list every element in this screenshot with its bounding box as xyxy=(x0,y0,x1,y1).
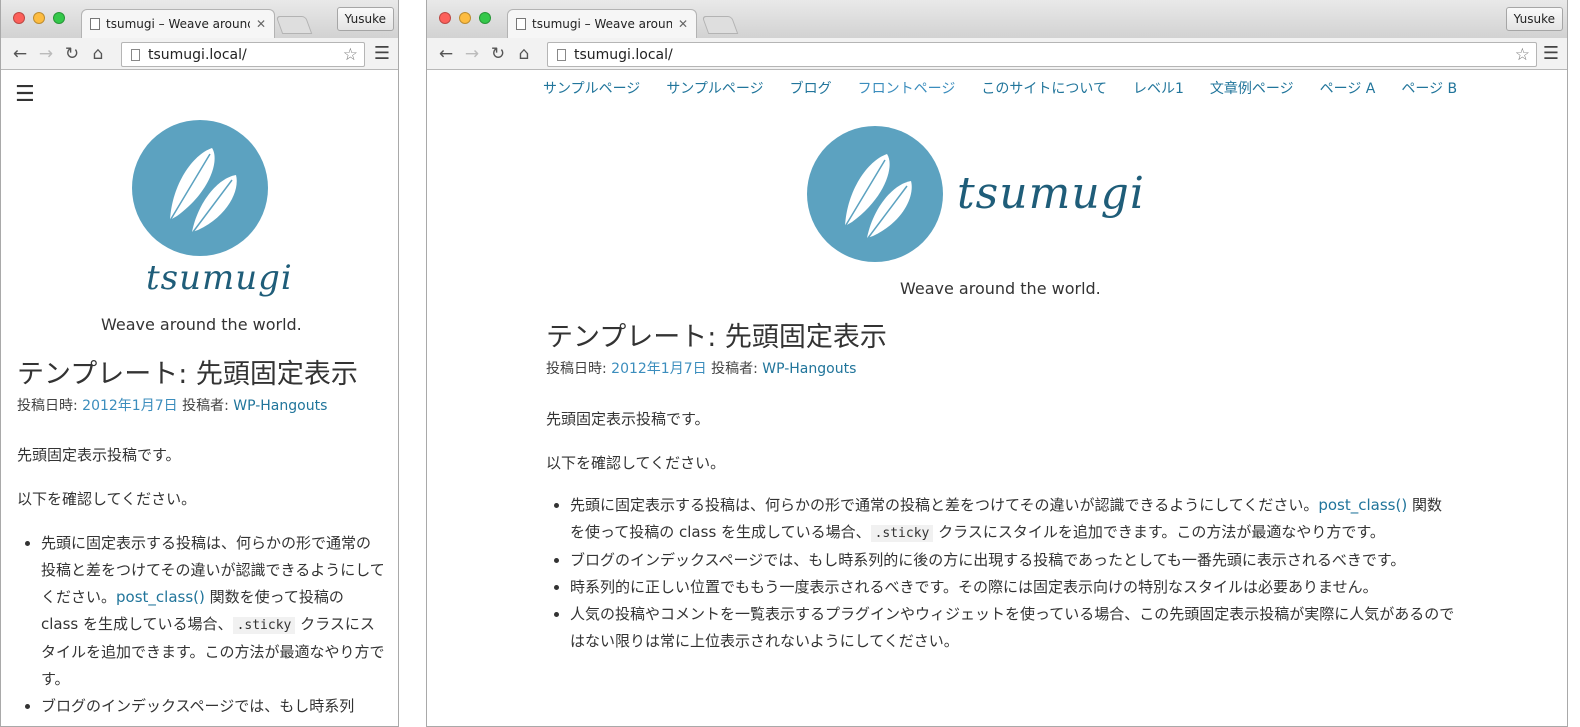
post-paragraph: 以下を確認してください。 xyxy=(17,490,197,508)
forward-icon[interactable]: → xyxy=(459,38,485,70)
nav-item-front-page[interactable]: フロントページ xyxy=(858,78,956,98)
minimize-window-icon[interactable] xyxy=(33,12,45,24)
reload-icon[interactable]: ↻ xyxy=(59,38,85,70)
address-bar[interactable]: tsumugi.local/ ☆ xyxy=(121,42,365,67)
site-tagline: Weave around the world. xyxy=(900,279,1101,298)
post-list: 先頭に固定表示する投稿は、何らかの形で通常の投稿と差をつけてその違いが認識できる… xyxy=(17,530,385,720)
posted-label: 投稿日時: xyxy=(546,361,607,377)
nav-item-sample-2[interactable]: サンプルページ xyxy=(666,78,763,98)
back-icon[interactable]: ← xyxy=(433,38,459,70)
window-controls xyxy=(13,12,65,24)
home-icon[interactable]: ⌂ xyxy=(511,38,537,70)
post-paragraph: 先頭固定表示投稿です。 xyxy=(546,410,710,428)
site-logo-icon[interactable] xyxy=(132,120,268,256)
profile-button[interactable]: Yusuke xyxy=(336,7,394,31)
site-logo-icon[interactable] xyxy=(807,126,943,262)
list-item-text: クラスにスタイルを追加できます。この方法が最適なやり方です。 xyxy=(933,523,1385,541)
nav-item-sample-1[interactable]: サンプルページ xyxy=(543,78,640,98)
post-class-link[interactable]: post_class() xyxy=(116,588,205,606)
list-item: 先頭に固定表示する投稿は、何らかの形で通常の投稿と差をつけてその違いが認識できる… xyxy=(570,492,1456,547)
nav-item-about[interactable]: このサイトについて xyxy=(981,78,1107,98)
url-text: tsumugi.local/ xyxy=(148,46,247,63)
window-controls xyxy=(439,12,491,24)
browser-menu-icon[interactable]: ☰ xyxy=(1543,43,1559,64)
posted-label: 投稿日時: xyxy=(17,398,78,414)
tab-close-icon[interactable]: ✕ xyxy=(678,17,688,31)
bookmark-star-icon[interactable]: ☆ xyxy=(343,45,358,65)
nav-item-page-b[interactable]: ページ B xyxy=(1401,78,1457,98)
page-content: ☰ tsumugi Weave around the world. テンプレート… xyxy=(1,70,398,725)
list-item: 先頭に固定表示する投稿は、何らかの形で通常の投稿と差をつけてその違いが認識できる… xyxy=(41,530,385,693)
site-tagline: Weave around the world. xyxy=(101,315,302,334)
page-icon xyxy=(516,18,526,30)
sticky-code: .sticky xyxy=(232,617,296,634)
zoom-window-icon[interactable] xyxy=(53,12,65,24)
tab-close-icon[interactable]: ✕ xyxy=(256,17,266,31)
url-text: tsumugi.local/ xyxy=(574,46,673,63)
nav-item-text-sample[interactable]: 文章例ページ xyxy=(1210,78,1294,98)
post-title: テンプレート: 先頭固定表示 xyxy=(17,359,358,390)
page-icon xyxy=(131,48,140,61)
page-icon xyxy=(557,48,566,61)
tab-title: tsumugi – Weave around the world. xyxy=(106,17,250,31)
site-nav: サンプルページ サンプルページ ブログ フロントページ このサイトについて レベ… xyxy=(543,78,1457,98)
post-title: テンプレート: 先頭固定表示 xyxy=(546,322,887,353)
author-label: 投稿者: xyxy=(182,398,229,414)
author-label: 投稿者: xyxy=(711,361,758,377)
browser-window-desktop: tsumugi – Weave around the world. ✕ Yusu… xyxy=(426,0,1568,727)
minimize-window-icon[interactable] xyxy=(459,12,471,24)
reload-icon[interactable]: ↻ xyxy=(485,38,511,70)
nav-item-page-a[interactable]: ページ A xyxy=(1320,78,1376,98)
bookmark-star-icon[interactable]: ☆ xyxy=(1515,45,1530,65)
zoom-window-icon[interactable] xyxy=(479,12,491,24)
nav-item-level1[interactable]: レベル1 xyxy=(1133,78,1184,98)
close-window-icon[interactable] xyxy=(13,12,25,24)
list-item: 人気の投稿やコメントを一覧表示するプラグインやウィジェットを使っている場合、この… xyxy=(570,601,1456,655)
page-icon xyxy=(90,18,100,30)
browser-tab[interactable]: tsumugi – Weave around the world. ✕ xyxy=(81,9,275,38)
post-paragraph: 以下を確認してください。 xyxy=(546,454,726,472)
post-date-link[interactable]: 2012年1月7日 xyxy=(82,398,177,414)
profile-button[interactable]: Yusuke xyxy=(1505,7,1563,31)
site-brand[interactable]: tsumugi xyxy=(957,168,1145,219)
list-item: ブログのインデックスページでは、もし時系列 xyxy=(41,693,385,720)
close-window-icon[interactable] xyxy=(439,12,451,24)
list-item-text: 先頭に固定表示する投稿は、何らかの形で通常の投稿と差をつけてその違いが認識できる… xyxy=(570,496,1319,514)
post-list: 先頭に固定表示する投稿は、何らかの形で通常の投稿と差をつけてその違いが認識できる… xyxy=(546,492,1456,655)
back-icon[interactable]: ← xyxy=(7,38,33,70)
post-date-link[interactable]: 2012年1月7日 xyxy=(611,361,706,377)
hamburger-menu-icon[interactable]: ☰ xyxy=(15,82,35,107)
list-item: 時系列的に正しい位置でももう一度表示されるべきです。その際には固定表示向けの特別… xyxy=(570,574,1456,601)
browser-toolbar: ← → ↻ ⌂ tsumugi.local/ ☆ ☰ xyxy=(1,38,398,70)
browser-menu-icon[interactable]: ☰ xyxy=(374,43,390,64)
tab-title: tsumugi – Weave around the world. xyxy=(532,17,672,31)
title-bar: tsumugi – Weave around the world. ✕ Yusu… xyxy=(427,0,1567,38)
nav-item-blog[interactable]: ブログ xyxy=(790,78,832,98)
title-bar: tsumugi – Weave around the world. ✕ Yusu… xyxy=(1,0,398,38)
post-meta: 投稿日時: 2012年1月7日 投稿者: WP-Hangouts xyxy=(17,395,327,415)
post-paragraph: 先頭固定表示投稿です。 xyxy=(17,446,181,464)
browser-window-mobile: tsumugi – Weave around the world. ✕ Yusu… xyxy=(0,0,399,727)
list-item: ブログのインデックスページでは、もし時系列的に後の方に出現する投稿であったとして… xyxy=(570,547,1456,574)
browser-tab[interactable]: tsumugi – Weave around the world. ✕ xyxy=(507,9,697,38)
new-tab-button[interactable] xyxy=(275,16,313,34)
author-link[interactable]: WP-Hangouts xyxy=(762,361,856,377)
new-tab-button[interactable] xyxy=(701,16,739,34)
site-brand[interactable]: tsumugi xyxy=(146,258,293,298)
forward-icon[interactable]: → xyxy=(33,38,59,70)
author-link[interactable]: WP-Hangouts xyxy=(233,398,327,414)
post-meta: 投稿日時: 2012年1月7日 投稿者: WP-Hangouts xyxy=(546,358,856,378)
post-class-link[interactable]: post_class() xyxy=(1318,496,1407,514)
sticky-code: .sticky xyxy=(870,525,934,542)
home-icon[interactable]: ⌂ xyxy=(85,38,111,70)
address-bar[interactable]: tsumugi.local/ ☆ xyxy=(547,42,1537,67)
browser-toolbar: ← → ↻ ⌂ tsumugi.local/ ☆ ☰ xyxy=(427,38,1567,70)
